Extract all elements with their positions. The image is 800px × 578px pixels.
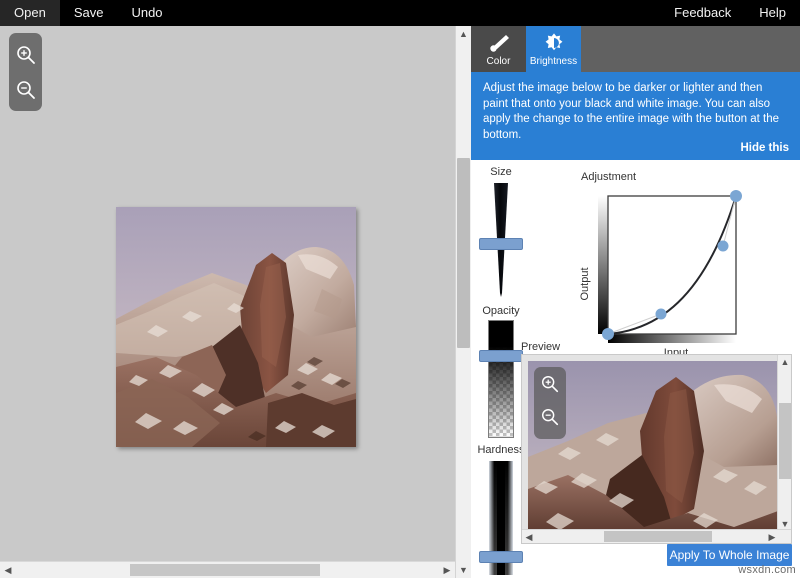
watermark: wsxdn.com — [738, 564, 796, 576]
preview-horizontal-scrollbar[interactable]: ◀ ▶ — [522, 529, 791, 543]
menu-save[interactable]: Save — [60, 0, 118, 26]
tab-brightness-label: Brightness — [529, 55, 578, 67]
brightness-icon — [543, 32, 565, 54]
preview-hscroll-thumb[interactable] — [604, 531, 712, 542]
tab-brightness[interactable]: Brightness — [526, 26, 581, 72]
preview-zoom-controls — [534, 367, 566, 439]
tab-color[interactable]: Color — [471, 26, 526, 72]
zoom-out-icon[interactable] — [15, 79, 37, 101]
apply-to-whole-image-button[interactable]: Apply To Whole Image — [667, 544, 792, 566]
curve-y-axis-label: Output — [579, 267, 591, 300]
info-banner-text: Adjust the image below to be darker or l… — [483, 82, 780, 141]
menu-help[interactable]: Help — [745, 0, 800, 26]
menu-open[interactable]: Open — [0, 0, 60, 26]
preview-scroll-right-arrow-icon[interactable]: ▶ — [765, 530, 779, 543]
preview-label: Preview — [521, 341, 561, 353]
tab-color-label: Color — [486, 55, 511, 67]
opacity-slider-label: Opacity — [482, 305, 520, 317]
scroll-right-arrow-icon[interactable]: ▶ — [439, 562, 455, 578]
size-slider-label: Size — [490, 166, 512, 178]
canvas-zoom-controls — [9, 33, 42, 111]
hardness-slider[interactable] — [479, 459, 523, 577]
opacity-gradient — [488, 320, 514, 438]
tab-strip: Color Brightness — [471, 26, 800, 72]
adjustment-curve-editor[interactable]: Output Input — [576, 184, 761, 369]
curve-point-2 — [717, 240, 729, 252]
opacity-slider[interactable] — [479, 320, 523, 438]
menu-feedback[interactable]: Feedback — [660, 0, 745, 26]
canvas-horizontal-scrollbar[interactable]: ◀ ▶ — [0, 561, 455, 578]
zoom-in-icon[interactable] — [15, 44, 37, 66]
top-menu-bar: Open Save Undo Feedback Help — [0, 0, 800, 26]
hide-this-link[interactable]: Hide this — [740, 142, 789, 154]
scroll-up-arrow-icon[interactable]: ▲ — [456, 26, 471, 42]
scroll-down-arrow-icon[interactable]: ▼ — [456, 562, 471, 578]
size-slider[interactable] — [479, 181, 523, 299]
scroll-left-arrow-icon[interactable]: ◀ — [0, 562, 16, 578]
size-slider-handle[interactable] — [479, 237, 523, 250]
main-image[interactable] — [116, 207, 356, 447]
curve-point-1 — [655, 308, 667, 320]
canvas-vscroll-thumb[interactable] — [457, 158, 470, 348]
app-root: Open Save Undo Feedback Help ◀ ▶ ▲ ▼ Col… — [0, 0, 800, 578]
curve-point-3 — [730, 190, 742, 202]
menu-undo[interactable]: Undo — [117, 0, 176, 26]
preview-vertical-scrollbar[interactable]: ▲ ▼ — [777, 355, 791, 531]
curve-point-0 — [602, 328, 614, 340]
opacity-slider-handle[interactable] — [479, 349, 523, 362]
canvas-hscroll-thumb[interactable] — [130, 564, 320, 576]
adjustment-label: Adjustment — [581, 171, 637, 183]
canvas-vertical-scrollbar[interactable]: ▲ ▼ — [455, 26, 471, 578]
paintbrush-icon — [486, 32, 512, 54]
preview-scroll-left-arrow-icon[interactable]: ◀ — [522, 530, 536, 543]
info-banner: Adjust the image below to be darker or l… — [471, 72, 800, 160]
hardness-slider-handle[interactable] — [479, 551, 523, 564]
preview-zoom-in-icon[interactable] — [540, 374, 560, 399]
tools-panel: Color Brightness Adjust the image below … — [471, 26, 800, 578]
preview-panel[interactable]: ▲ ▼ ◀ ▶ — [521, 354, 792, 544]
size-slider-group: Size — [471, 166, 531, 299]
preview-zoom-out-icon[interactable] — [540, 407, 560, 432]
preview-vscroll-thumb[interactable] — [779, 403, 791, 479]
preview-scroll-up-arrow-icon[interactable]: ▲ — [778, 355, 791, 369]
image-canvas[interactable]: ◀ ▶ — [0, 26, 455, 578]
menu-right-group: Feedback Help — [660, 0, 800, 26]
menu-left-group: Open Save Undo — [0, 0, 177, 26]
